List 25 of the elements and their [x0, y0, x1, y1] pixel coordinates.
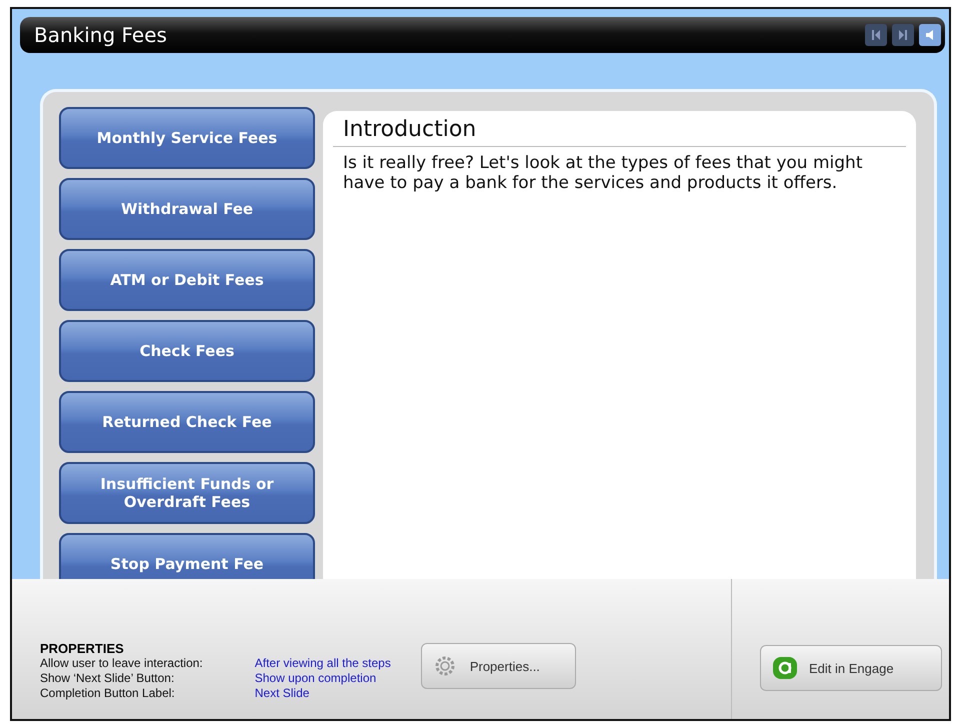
- property-label: Completion Button Label:: [40, 686, 176, 701]
- topic-button[interactable]: Stop Payment Fee: [59, 533, 315, 579]
- speaker-icon: [924, 29, 936, 41]
- edit-in-engage-button[interactable]: Edit in Engage: [760, 645, 942, 691]
- property-value: Next Slide: [254, 686, 310, 701]
- property-value: Show upon completion: [254, 671, 378, 686]
- topic-button[interactable]: Returned Check Fee: [59, 391, 315, 453]
- next-icon: [897, 29, 909, 41]
- topic-button[interactable]: Check Fees: [59, 320, 315, 382]
- previous-icon: [870, 29, 882, 41]
- topic-button[interactable]: Monthly Service Fees: [59, 107, 315, 169]
- property-label: Show ‘Next Slide’ Button:: [40, 671, 176, 686]
- content-text: Is it really free? Let's look at the types of fees that you might have to pay a bank for the services and products it offers.: [343, 153, 864, 193]
- topic-button[interactable]: Withdrawal Fee: [59, 178, 315, 240]
- property-value: After viewing all the steps: [254, 656, 391, 671]
- topic-button[interactable]: Insufficient Funds or Overdraft Fees: [59, 462, 315, 524]
- properties-heading: PROPERTIES: [40, 641, 125, 656]
- content-heading: Introduction: [333, 117, 906, 147]
- letter-a-icon: [773, 657, 797, 679]
- properties-button[interactable]: Properties...: [420, 643, 576, 689]
- slide-title: Banking Fees: [34, 23, 167, 47]
- property-label: Allow user to leave interaction:: [40, 656, 203, 671]
- topic-button[interactable]: ATM or Debit Fees: [59, 249, 315, 311]
- settings-icon: [434, 655, 456, 677]
- sound-button[interactable]: [919, 24, 941, 46]
